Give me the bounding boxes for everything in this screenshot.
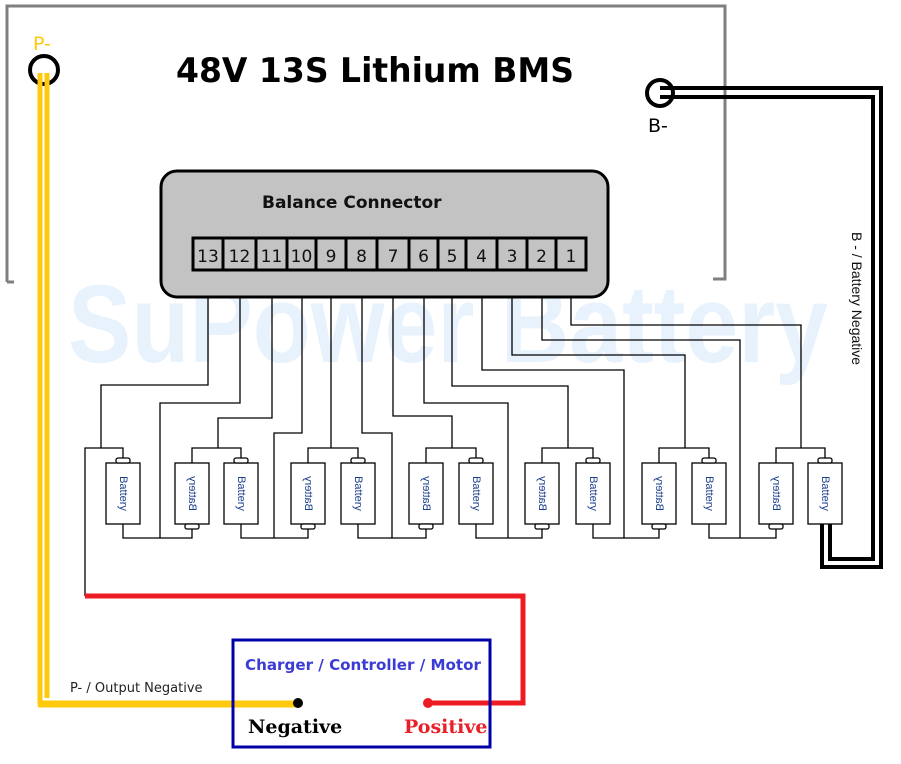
- battery-terminal-cap: [768, 523, 784, 530]
- bms-wiring-diagram: SuPower Battery 48V 13S Lithium BMS P- B…: [5, 4, 883, 749]
- battery-cell: Battery: [758, 462, 794, 530]
- battery-label: Battery: [653, 476, 665, 511]
- battery-cell: Battery: [458, 457, 494, 525]
- b-minus-wire-label: B - / Battery Negative: [849, 232, 865, 365]
- p-minus-wire-a: [37, 73, 298, 706]
- battery-terminal-cap: [115, 457, 131, 464]
- series-link-bottom: [592, 524, 660, 539]
- battery-cell: Battery: [408, 462, 444, 530]
- battery-terminal-cap: [350, 457, 366, 464]
- battery-terminal-cap: [184, 523, 200, 530]
- battery-terminal-cap: [534, 523, 550, 530]
- load-title: Charger / Controller / Motor: [245, 656, 482, 674]
- battery-label: Battery: [536, 476, 548, 511]
- pin-label-4: 4: [476, 247, 487, 267]
- pin-label-9: 9: [326, 247, 337, 267]
- battery-label: Battery: [420, 476, 432, 511]
- battery-label: Battery: [235, 476, 247, 511]
- battery-cell: Battery: [575, 457, 611, 525]
- p-minus-terminal[interactable]: [28, 54, 60, 86]
- pin-label-2: 2: [536, 247, 547, 267]
- battery-label: Battery: [703, 476, 715, 511]
- b-minus-terminal[interactable]: [645, 78, 675, 108]
- battery-label: Battery: [352, 476, 364, 511]
- battery-pack: Battery Battery Battery Battery Battery Batte…: [105, 457, 843, 530]
- battery-terminal-cap: [701, 457, 717, 464]
- pin-label-3: 3: [507, 247, 518, 267]
- p-minus-label: P-: [33, 33, 51, 55]
- battery-cell: Battery: [174, 462, 210, 530]
- pin-label-11: 11: [261, 247, 283, 267]
- load-negative-label: Negative: [248, 716, 342, 738]
- balance-connector: [159, 169, 610, 299]
- load-negative-terminal[interactable]: [293, 698, 303, 708]
- battery-label: Battery: [770, 476, 782, 511]
- battery-cell: Battery: [290, 462, 326, 530]
- pin-label-5: 5: [447, 247, 458, 267]
- battery-cell: Battery: [524, 462, 560, 530]
- series-link-bottom: [122, 524, 193, 539]
- b-minus-label: B-: [648, 115, 668, 137]
- battery-label: Battery: [117, 476, 129, 511]
- battery-cell: Battery: [105, 457, 141, 525]
- battery-label: Battery: [819, 476, 831, 511]
- series-link-bottom: [708, 524, 777, 539]
- battery-label: Battery: [302, 476, 314, 511]
- pin-label-6: 6: [418, 247, 429, 267]
- pin-label-10: 10: [291, 247, 313, 267]
- battery-label: Battery: [186, 476, 198, 511]
- balance-connector-title: Balance Connector: [262, 193, 442, 213]
- pin-label-1: 1: [566, 247, 577, 267]
- balance-connector-pins: 13 12 11 10 9 8 7 6 5 4 3 2 1: [191, 236, 588, 272]
- battery-terminal-cap: [300, 523, 316, 530]
- battery-label: Battery: [470, 476, 482, 511]
- pin-label-13: 13: [197, 247, 219, 267]
- pin-label-12: 12: [229, 247, 251, 267]
- pin-label-7: 7: [388, 247, 399, 267]
- diagram-title: 48V 13S Lithium BMS: [176, 51, 574, 91]
- load-positive-terminal[interactable]: [423, 698, 433, 708]
- battery-cell: Battery: [691, 457, 727, 525]
- battery-terminal-cap: [651, 523, 667, 530]
- battery-terminal-cap: [585, 457, 601, 464]
- pin-label-8: 8: [356, 247, 367, 267]
- p-output-wire-label: P- / Output Negative: [70, 681, 203, 696]
- battery-cell: Battery: [807, 457, 843, 525]
- battery-cell: Battery: [641, 462, 677, 530]
- battery-terminal-cap: [817, 457, 833, 464]
- battery-cell: Battery: [223, 457, 259, 525]
- battery-terminal-cap: [233, 457, 249, 464]
- battery-terminal-cap: [468, 457, 484, 464]
- battery-label: Battery: [587, 476, 599, 511]
- battery-terminal-cap: [418, 523, 434, 530]
- load-positive-label: Positive: [404, 716, 488, 738]
- battery-cell: Battery: [340, 457, 376, 525]
- series-link-bottom: [475, 524, 543, 539]
